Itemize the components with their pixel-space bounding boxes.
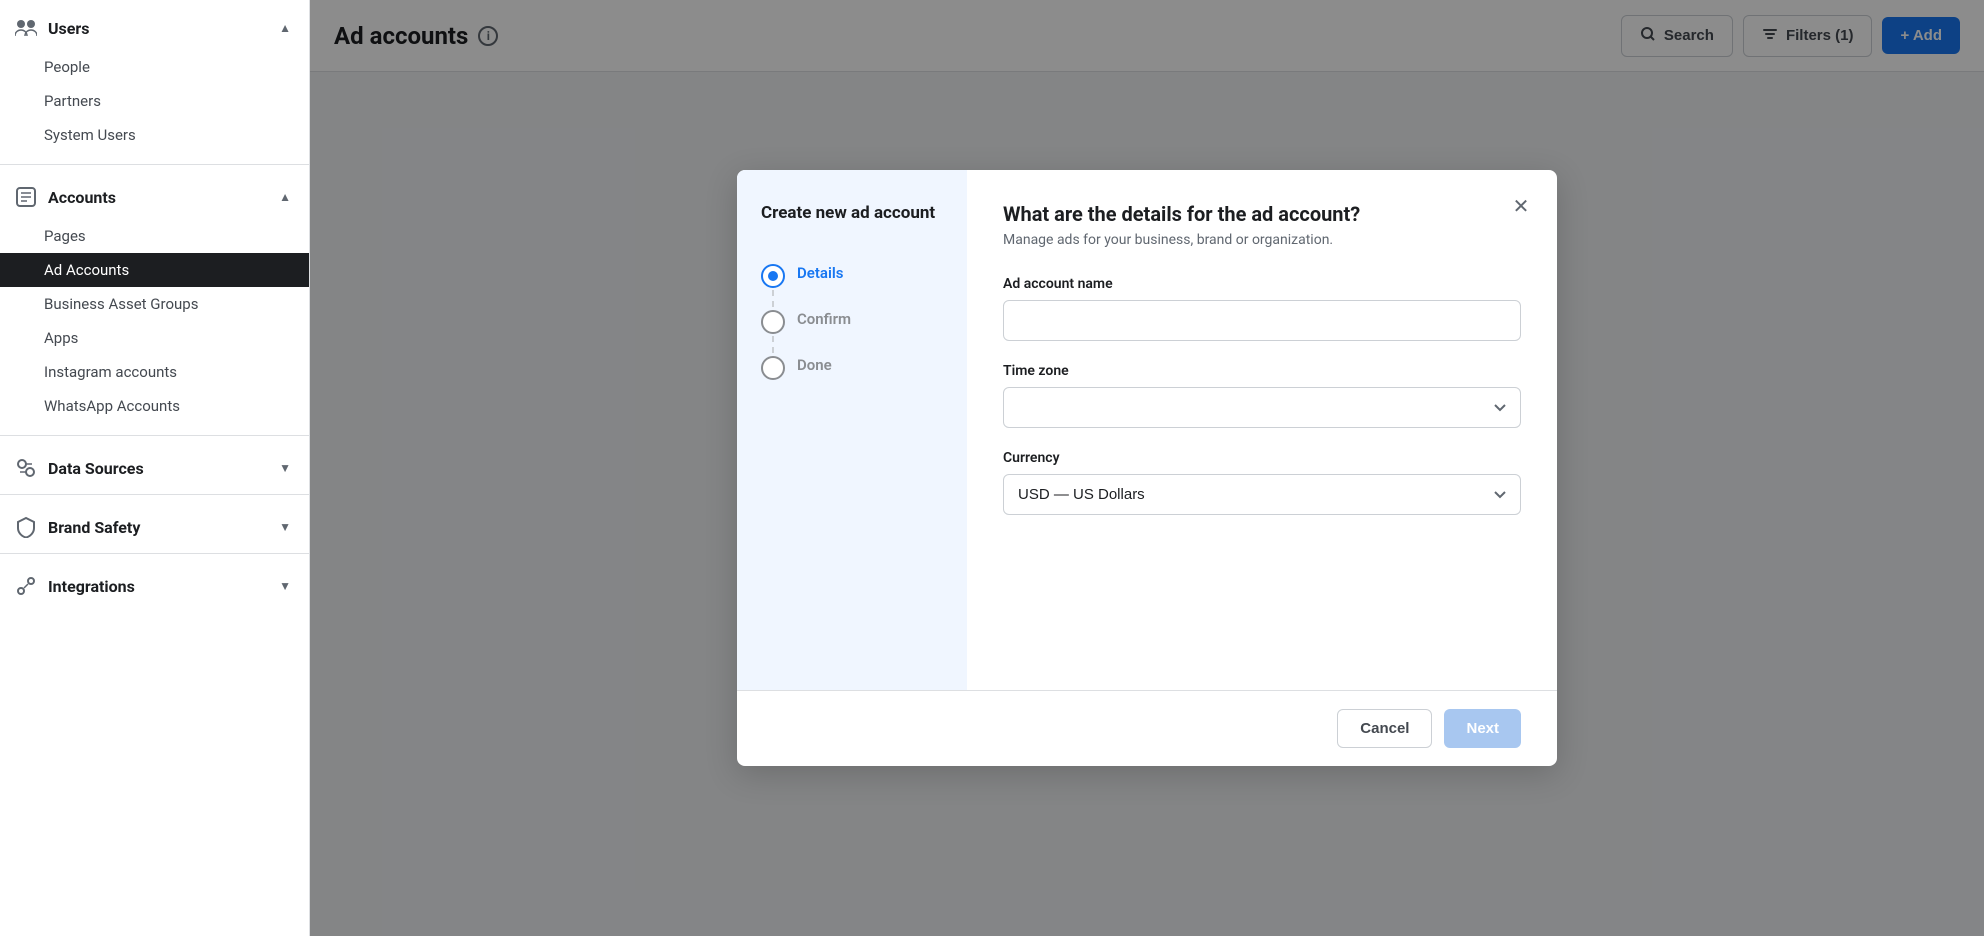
sidebar-group-integrations-label: Integrations [48,577,135,596]
sidebar-item-pages[interactable]: Pages [44,219,309,253]
sidebar-item-instagram-accounts[interactable]: Instagram accounts [44,355,309,389]
integrations-icon [14,574,38,598]
step-list: Details Confirm Done [761,252,943,390]
sidebar-section-users: Users ▲ People Partners System Users [0,0,309,160]
modal-body: Create new ad account Details Confirm [737,170,1557,690]
step-details-circle [761,264,785,288]
brand-safety-chevron-icon: ▼ [279,520,291,534]
step-confirm-label: Confirm [797,308,851,328]
sidebar-section-brand-safety: Brand Safety ▼ [0,499,309,549]
sidebar-group-brand-safety[interactable]: Brand Safety ▼ [0,499,309,549]
integrations-chevron-icon: ▼ [279,579,291,593]
ad-account-name-input[interactable] [1003,300,1521,341]
sidebar-group-accounts[interactable]: Accounts ▲ [0,169,309,219]
sidebar-group-brand-safety-label: Brand Safety [48,518,140,537]
step-details: Details [761,252,943,298]
step-done: Done [761,344,943,390]
divider-1 [0,164,309,165]
modal-left-title: Create new ad account [761,202,943,224]
users-icon [14,16,38,40]
modal-footer: Cancel Next [737,690,1557,766]
brand-safety-icon [14,515,38,539]
currency-select[interactable]: USD — US Dollars EUR — Euro GBP — Britis… [1003,474,1521,515]
main-area: Ad accounts i Search Filters [310,0,1984,936]
sidebar-group-integrations[interactable]: Integrations ▼ [0,558,309,608]
sidebar-accounts-items: Pages Ad Accounts Business Asset Groups … [0,219,309,431]
modal-right-spacer [1003,537,1521,666]
form-group-currency: Currency USD — US Dollars EUR — Euro GBP… [1003,450,1521,515]
sidebar-users-items: People Partners System Users [0,50,309,160]
sidebar-group-users-label: Users [48,19,89,38]
currency-label: Currency [1003,450,1521,466]
close-icon: ✕ [1513,194,1530,219]
users-chevron-icon: ▲ [279,21,291,35]
step-confirm: Confirm [761,298,943,344]
sidebar-item-system-users[interactable]: System Users [44,118,309,152]
step-done-circle [761,356,785,380]
modal-right-subtitle: Manage ads for your business, brand or o… [1003,232,1521,248]
divider-4 [0,553,309,554]
step-confirm-circle [761,310,785,334]
data-sources-icon [14,456,38,480]
sidebar-item-people[interactable]: People [44,50,309,84]
divider-2 [0,435,309,436]
modal-close-button[interactable]: ✕ [1505,190,1537,222]
accounts-chevron-icon: ▲ [279,190,291,204]
data-sources-chevron-icon: ▼ [279,461,291,475]
time-zone-label: Time zone [1003,363,1521,379]
modal: Create new ad account Details Confirm [737,170,1557,766]
time-zone-select[interactable] [1003,387,1521,428]
form-group-ad-account-name: Ad account name [1003,276,1521,341]
sidebar-item-apps[interactable]: Apps [44,321,309,355]
modal-right-panel: ✕ What are the details for the ad accoun… [967,170,1557,690]
step-details-label: Details [797,262,843,282]
sidebar-section-accounts: Accounts ▲ Pages Ad Accounts Business As… [0,169,309,431]
sidebar-group-accounts-label: Accounts [48,188,116,207]
step-details-circle-inner [768,271,778,281]
sidebar-section-data-sources: Data Sources ▼ [0,440,309,490]
step-done-label: Done [797,354,832,374]
sidebar-item-partners[interactable]: Partners [44,84,309,118]
sidebar-group-data-sources-label: Data Sources [48,459,144,478]
sidebar-section-integrations: Integrations ▼ [0,558,309,608]
modal-right-title: What are the details for the ad account? [1003,202,1521,226]
ad-account-name-label: Ad account name [1003,276,1521,292]
sidebar-group-users[interactable]: Users ▲ [0,0,309,50]
modal-left-panel: Create new ad account Details Confirm [737,170,967,690]
accounts-icon [14,185,38,209]
sidebar-group-data-sources[interactable]: Data Sources ▼ [0,440,309,490]
cancel-button[interactable]: Cancel [1337,709,1432,748]
sidebar: Users ▲ People Partners System Users Acc… [0,0,310,936]
sidebar-item-whatsapp-accounts[interactable]: WhatsApp Accounts [44,389,309,423]
divider-3 [0,494,309,495]
sidebar-item-business-asset-groups[interactable]: Business Asset Groups [44,287,309,321]
next-button[interactable]: Next [1444,709,1521,748]
form-group-time-zone: Time zone [1003,363,1521,428]
sidebar-item-ad-accounts[interactable]: Ad Accounts [0,253,309,287]
modal-overlay: Create new ad account Details Confirm [310,0,1984,936]
